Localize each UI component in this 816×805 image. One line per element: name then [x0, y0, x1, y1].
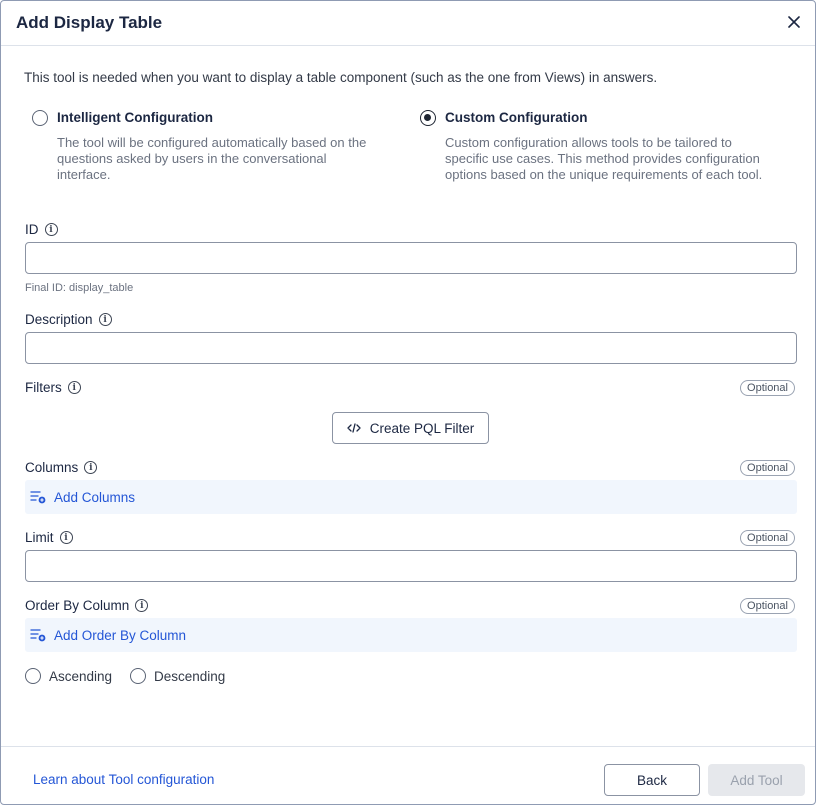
optional-badge: Optional [740, 530, 795, 546]
add-tool-button[interactable]: Add Tool [708, 764, 805, 796]
limit-input[interactable] [25, 550, 797, 582]
intelligent-desc-line: The tool will be configured automaticall… [57, 135, 367, 150]
code-icon [347, 423, 361, 433]
intelligent-desc-line: questions asked by users in the conversa… [57, 151, 327, 166]
add-columns-button[interactable]: Add Columns [25, 480, 797, 514]
limit-label: Limit i [25, 530, 73, 545]
filters-label: Filters i [25, 380, 81, 395]
intelligent-desc-line: interface. [57, 167, 111, 182]
info-icon[interactable]: i [84, 461, 98, 474]
info-icon[interactable]: i [135, 599, 149, 612]
intro-text: This tool is needed when you want to dis… [24, 70, 658, 85]
create-pql-filter-label: Create PQL Filter [369, 420, 475, 436]
add-columns-label: Add Columns [54, 489, 136, 505]
create-pql-filter-button[interactable]: Create PQL Filter [332, 412, 489, 444]
filters-label-text: Filters [25, 380, 62, 395]
radio-custom-configuration[interactable] [420, 110, 436, 126]
id-label-text: ID [25, 222, 39, 237]
description-label: Description i [25, 312, 112, 327]
order-by-label: Order By Column i [25, 598, 149, 613]
close-icon [788, 16, 800, 28]
descending-label: Descending [154, 668, 226, 684]
intelligent-configuration-title: Intelligent Configuration [57, 110, 213, 125]
radio-intelligent-configuration[interactable] [32, 110, 48, 126]
info-icon[interactable]: i [59, 531, 73, 544]
add-order-by-column-label: Add Order By Column [54, 627, 187, 643]
info-icon[interactable]: i [67, 381, 81, 394]
description-input[interactable] [25, 332, 797, 364]
id-input[interactable] [25, 242, 797, 274]
limit-label-text: Limit [25, 530, 54, 545]
optional-badge: Optional [740, 460, 795, 476]
final-id-hint: Final ID: display_table [25, 282, 134, 294]
radio-descending[interactable] [130, 668, 146, 684]
custom-desc-line: Custom configuration allows tools to be … [445, 135, 732, 150]
optional-badge: Optional [740, 598, 795, 614]
add-order-by-column-button[interactable]: Add Order By Column [25, 618, 797, 652]
ascending-label: Ascending [49, 668, 113, 684]
add-display-table-dialog: Add Display Table This tool is needed wh… [0, 0, 816, 805]
back-button[interactable]: Back [604, 764, 700, 796]
custom-configuration-title: Custom Configuration [445, 110, 588, 125]
columns-label: Columns i [25, 460, 98, 475]
info-icon[interactable]: i [98, 313, 112, 326]
custom-desc-line: options based on the unique requirements… [445, 167, 763, 182]
add-list-icon [30, 629, 46, 642]
info-icon[interactable]: i [44, 223, 58, 236]
sort-ascending-option[interactable]: Ascending [25, 668, 112, 684]
intelligent-configuration-description: The tool will be configured automaticall… [57, 135, 407, 183]
order-by-label-text: Order By Column [25, 598, 130, 613]
dialog-title: Add Display Table [16, 13, 163, 32]
custom-configuration-description: Custom configuration allows tools to be … [445, 135, 805, 183]
custom-desc-line: specific use cases. This method provides… [445, 151, 760, 166]
add-list-icon [30, 491, 46, 504]
dialog-header: Add Display Table [1, 1, 815, 46]
optional-badge: Optional [740, 380, 795, 396]
close-button[interactable] [783, 11, 805, 33]
radio-ascending[interactable] [25, 668, 41, 684]
id-label: ID i [25, 222, 58, 237]
sort-descending-option[interactable]: Descending [130, 668, 225, 684]
columns-label-text: Columns [25, 460, 79, 475]
dialog-footer: Learn about Tool configuration Back Add … [1, 746, 815, 804]
description-label-text: Description [25, 312, 93, 327]
learn-tool-configuration-link[interactable]: Learn about Tool configuration [33, 772, 214, 787]
